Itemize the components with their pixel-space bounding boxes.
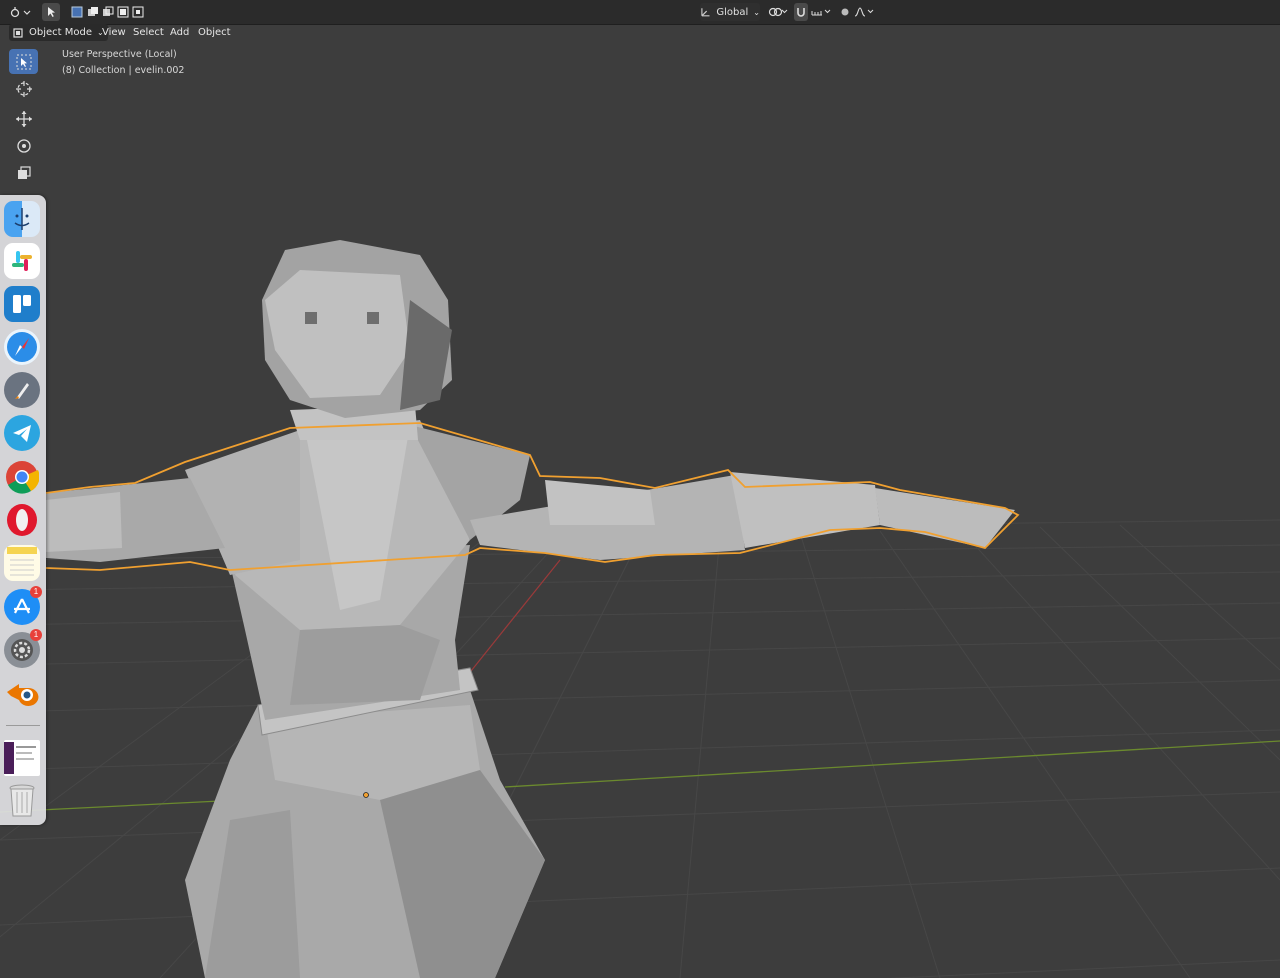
select-invert-icon bbox=[117, 6, 129, 18]
collection-info-label: (8) Collection | evelin.002 bbox=[62, 65, 185, 76]
menu-object[interactable]: Object bbox=[193, 24, 236, 41]
scale-tool[interactable] bbox=[9, 160, 38, 185]
macos-dock: 1 1 bbox=[0, 195, 46, 825]
menu-add[interactable]: Add bbox=[165, 24, 194, 41]
editor-type-button[interactable] bbox=[7, 3, 33, 21]
3d-cursor-icon bbox=[15, 80, 32, 97]
menu-view[interactable]: View bbox=[97, 24, 131, 41]
viewport-header: Global ⌄ bbox=[0, 0, 1280, 25]
select-intersect-icon bbox=[132, 6, 144, 18]
dock-separator bbox=[6, 725, 40, 726]
rotate-icon bbox=[16, 138, 31, 153]
orientation-axes-icon bbox=[701, 8, 710, 17]
falloff-dropdown[interactable] bbox=[853, 3, 877, 21]
proportional-editing-icon bbox=[841, 8, 849, 16]
magnet-icon bbox=[797, 8, 805, 17]
object-origin-dot bbox=[363, 792, 369, 798]
transform-orientation-dropdown[interactable]: Global ⌄ bbox=[700, 3, 760, 21]
editor-type-icon bbox=[10, 7, 31, 18]
select-invert-button[interactable] bbox=[116, 3, 130, 21]
telegram-icon[interactable] bbox=[4, 415, 40, 451]
falloff-curve-icon bbox=[854, 7, 874, 17]
move-arrows-icon bbox=[15, 110, 32, 127]
opera-icon[interactable] bbox=[4, 502, 40, 538]
select-new-icon bbox=[71, 6, 83, 18]
snap-increment-icon bbox=[811, 9, 831, 16]
blender-icon[interactable] bbox=[4, 675, 40, 711]
select-mode-button[interactable] bbox=[42, 3, 60, 21]
finder-icon[interactable] bbox=[4, 201, 40, 237]
rotate-tool[interactable] bbox=[9, 133, 38, 158]
mode-label: Object Mode bbox=[29, 27, 92, 38]
snap-toggle[interactable] bbox=[794, 3, 808, 21]
proportional-editing-toggle[interactable] bbox=[838, 3, 852, 21]
system-preferences-icon[interactable]: 1 bbox=[4, 629, 42, 668]
pivot-link-icon bbox=[768, 7, 788, 17]
viewport-menubar: Object Mode ⌄ View Select Add Object bbox=[0, 24, 1280, 41]
trash-icon[interactable] bbox=[4, 783, 40, 819]
snap-target-dropdown[interactable] bbox=[810, 3, 834, 21]
cursor-tool[interactable] bbox=[9, 76, 38, 101]
view-name-label: User Perspective (Local) bbox=[62, 49, 177, 60]
select-box-new-button[interactable] bbox=[70, 3, 84, 21]
interaction-mode-dropdown[interactable]: Object Mode ⌄ bbox=[9, 24, 108, 41]
chevron-down-icon: ⌄ bbox=[753, 7, 760, 17]
select-intersect-button[interactable] bbox=[131, 3, 145, 21]
notes-icon[interactable] bbox=[4, 545, 40, 581]
slack-icon[interactable] bbox=[4, 243, 40, 279]
trello-icon[interactable] bbox=[4, 286, 40, 322]
pivot-point-dropdown[interactable] bbox=[766, 3, 790, 21]
y-axis-line bbox=[504, 740, 1280, 788]
chrome-icon[interactable] bbox=[4, 459, 40, 495]
select-subtract-icon bbox=[103, 6, 114, 16]
screenshot-thumbnail[interactable] bbox=[4, 740, 40, 776]
orientation-label: Global bbox=[716, 6, 749, 18]
move-tool[interactable] bbox=[9, 106, 38, 131]
select-extend-button[interactable] bbox=[86, 3, 100, 21]
launchpad-icon[interactable] bbox=[4, 372, 40, 408]
menu-select[interactable]: Select bbox=[128, 24, 169, 41]
character-mesh[interactable] bbox=[45, 240, 1020, 978]
scale-icon bbox=[17, 165, 31, 179]
notification-badge: 1 bbox=[30, 586, 42, 598]
select-subtract-button[interactable] bbox=[101, 3, 115, 21]
select-box-tool[interactable] bbox=[9, 49, 38, 74]
notification-badge: 1 bbox=[30, 629, 42, 641]
object-mode-icon bbox=[13, 27, 23, 38]
safari-icon[interactable] bbox=[4, 329, 40, 365]
app-store-icon[interactable]: 1 bbox=[4, 586, 42, 625]
3d-viewport[interactable] bbox=[0, 41, 1280, 978]
select-box-icon bbox=[16, 54, 31, 69]
select-extend-icon bbox=[88, 7, 98, 16]
cursor-icon bbox=[48, 7, 55, 17]
